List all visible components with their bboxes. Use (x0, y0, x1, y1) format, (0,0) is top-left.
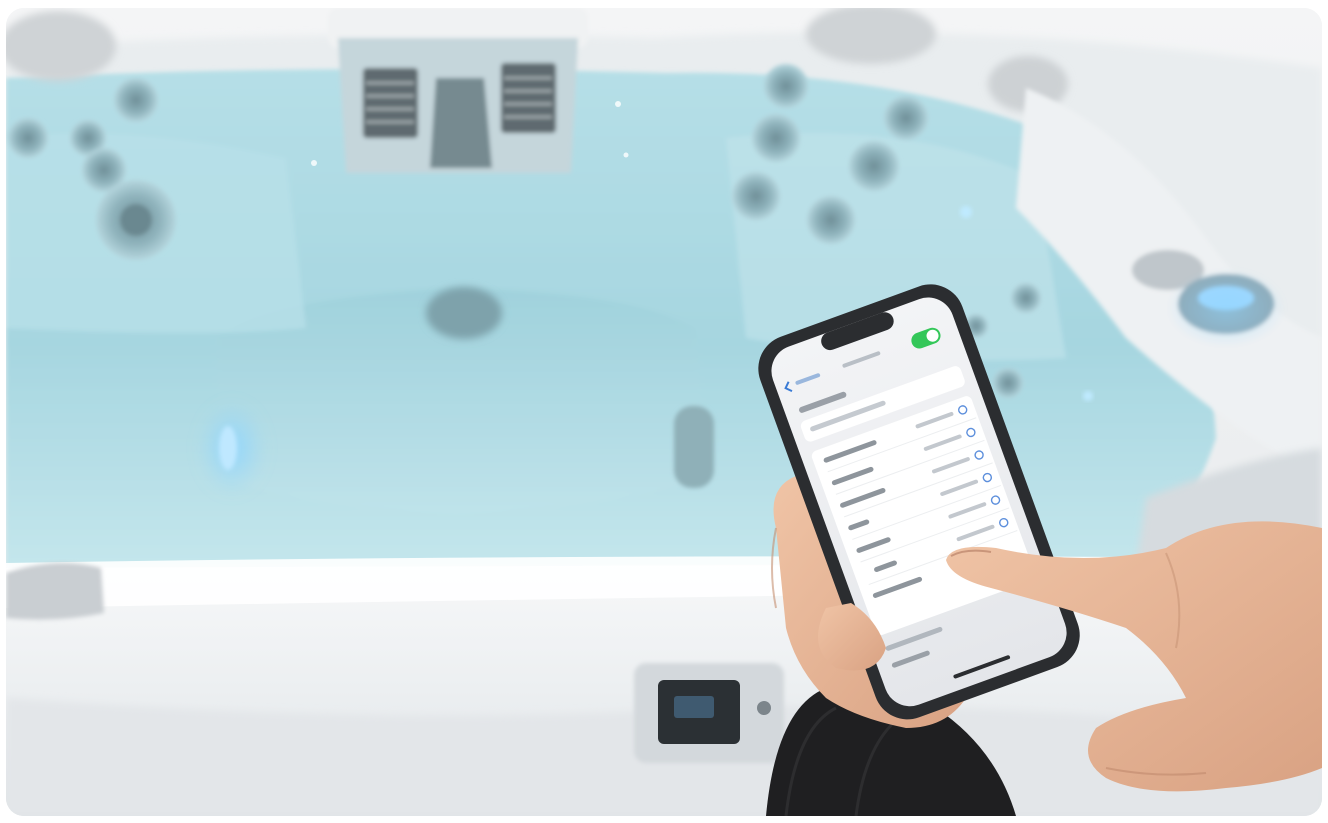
footwell-jet (426, 287, 502, 339)
scene-illustration (6, 8, 1322, 816)
control-panel (634, 663, 784, 763)
hot-tub-scene (6, 8, 1322, 816)
filter-housing (328, 8, 588, 173)
photo-frame (6, 8, 1322, 816)
left-pillow (6, 563, 104, 620)
